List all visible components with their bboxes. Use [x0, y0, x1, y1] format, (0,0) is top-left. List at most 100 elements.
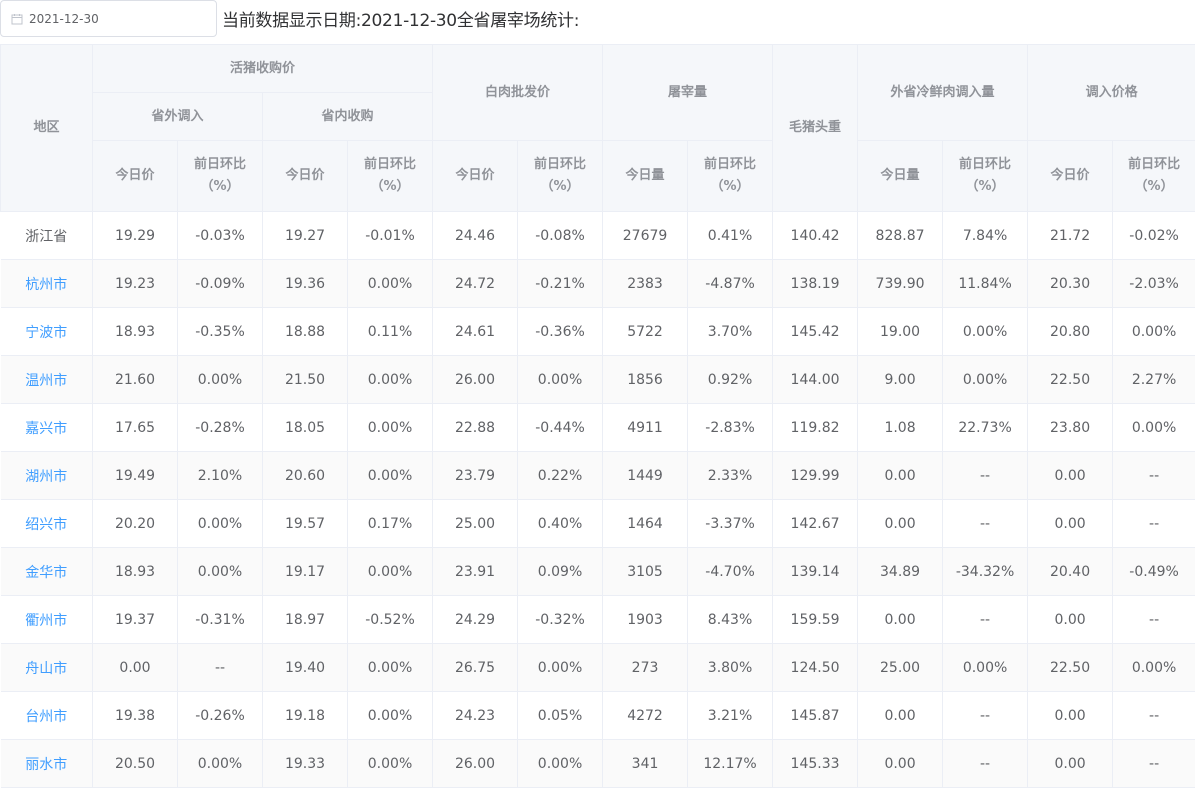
table-row: 金华市18.930.00%19.170.00%23.910.09%3105-4.… — [1, 548, 1195, 596]
table-cell: -0.31% — [178, 596, 263, 644]
table-cell: 0.00% — [348, 740, 433, 788]
header-today-volume: 今日量 — [858, 141, 943, 212]
table-cell: 19.00 — [858, 308, 943, 356]
region-link[interactable]: 温州市 — [25, 373, 67, 389]
table-cell: 0.00% — [943, 356, 1028, 404]
table-cell: 27679 — [603, 212, 688, 260]
table-cell: 1903 — [603, 596, 688, 644]
header-inflow-price: 调入价格 — [1028, 45, 1195, 141]
toolbar: 2021-12-30 当前数据显示日期:2021-12-30全省屠宰场统计: — [0, 0, 1195, 44]
table-cell: 18.88 — [263, 308, 348, 356]
table-cell: 19.33 — [263, 740, 348, 788]
table-cell: 0.00 — [858, 596, 943, 644]
table-cell: 23.79 — [433, 452, 518, 500]
table-cell: 22.88 — [433, 404, 518, 452]
date-value: 2021-12-30 — [29, 12, 99, 26]
table-row: 杭州市19.23-0.09%19.360.00%24.72-0.21%2383-… — [1, 260, 1195, 308]
table-cell: 0.00% — [178, 356, 263, 404]
region-link[interactable]: 宁波市 — [25, 325, 67, 341]
table-cell: 7.84% — [943, 212, 1028, 260]
table-cell: 0.00% — [348, 548, 433, 596]
table-cell: -4.87% — [688, 260, 773, 308]
table-cell: 19.29 — [93, 212, 178, 260]
header-prev-day-ratio: 前日环比（%） — [518, 141, 603, 212]
table-cell: 0.00% — [178, 548, 263, 596]
table-cell: -0.35% — [178, 308, 263, 356]
table-cell: 19.57 — [263, 500, 348, 548]
region-link[interactable]: 台州市 — [25, 709, 67, 725]
table-cell: -34.32% — [943, 548, 1028, 596]
table-cell: 0.00% — [943, 308, 1028, 356]
table-cell: -- — [943, 452, 1028, 500]
region-link[interactable]: 湖州市 — [25, 469, 67, 485]
region-cell: 舟山市 — [1, 644, 93, 692]
table-cell: -- — [1113, 692, 1195, 740]
region-label: 浙江省 — [25, 229, 67, 245]
table-cell: 19.40 — [263, 644, 348, 692]
table-cell: 19.18 — [263, 692, 348, 740]
table-cell: 2.27% — [1113, 356, 1195, 404]
table-cell: 144.00 — [773, 356, 858, 404]
table-cell: -0.08% — [518, 212, 603, 260]
table-cell: 3.21% — [688, 692, 773, 740]
table-cell: 1449 — [603, 452, 688, 500]
table-cell: -- — [943, 692, 1028, 740]
table-cell: 124.50 — [773, 644, 858, 692]
table-cell: 0.00% — [178, 740, 263, 788]
table-cell: 145.42 — [773, 308, 858, 356]
table-cell: 25.00 — [858, 644, 943, 692]
table-cell: 0.41% — [688, 212, 773, 260]
table-cell: 138.19 — [773, 260, 858, 308]
table-cell: 21.60 — [93, 356, 178, 404]
table-cell: -0.28% — [178, 404, 263, 452]
region-cell: 金华市 — [1, 548, 93, 596]
table-cell: 0.00% — [518, 356, 603, 404]
table-cell: 19.23 — [93, 260, 178, 308]
slaughter-stats-table: 地区 活猪收购价 白肉批发价 屠宰量 毛猪头重 外省冷鲜肉调入量 调入价格 省外… — [0, 44, 1195, 788]
table-cell: -0.44% — [518, 404, 603, 452]
table-cell: 18.97 — [263, 596, 348, 644]
table-cell: 8.43% — [688, 596, 773, 644]
table-cell: 18.93 — [93, 548, 178, 596]
table-cell: 0.00 — [858, 692, 943, 740]
table-cell: 0.00 — [93, 644, 178, 692]
table-cell: -- — [943, 596, 1028, 644]
table-cell: 26.75 — [433, 644, 518, 692]
header-chilled-meat-inflow: 外省冷鲜肉调入量 — [858, 45, 1028, 141]
table-cell: 0.17% — [348, 500, 433, 548]
calendar-icon — [11, 13, 23, 25]
table-cell: 0.00% — [348, 452, 433, 500]
table-cell: -2.03% — [1113, 260, 1195, 308]
table-cell: 0.40% — [518, 500, 603, 548]
region-link[interactable]: 丽水市 — [25, 757, 67, 773]
header-live-pig-price: 活猪收购价 — [93, 45, 433, 93]
table-cell: -- — [1113, 452, 1195, 500]
header-today-volume: 今日量 — [603, 141, 688, 212]
table-cell: 0.00% — [348, 404, 433, 452]
region-link[interactable]: 舟山市 — [25, 661, 67, 677]
summary-title: 当前数据显示日期:2021-12-30全省屠宰场统计: — [222, 6, 579, 31]
table-cell: -- — [943, 500, 1028, 548]
date-picker[interactable]: 2021-12-30 — [0, 0, 217, 37]
table-cell: 23.91 — [433, 548, 518, 596]
region-link[interactable]: 绍兴市 — [25, 517, 67, 533]
table-cell: 19.17 — [263, 548, 348, 596]
table-cell: -0.26% — [178, 692, 263, 740]
table-cell: 34.89 — [858, 548, 943, 596]
region-link[interactable]: 金华市 — [25, 565, 67, 581]
region-link[interactable]: 衢州市 — [25, 613, 67, 629]
table-cell: -- — [1113, 740, 1195, 788]
table-cell: 0.00 — [858, 452, 943, 500]
table-cell: -0.02% — [1113, 212, 1195, 260]
table-cell: 0.00 — [1028, 740, 1113, 788]
region-link[interactable]: 嘉兴市 — [25, 421, 67, 437]
table-cell: 341 — [603, 740, 688, 788]
region-link[interactable]: 杭州市 — [25, 277, 67, 293]
table-cell: 142.67 — [773, 500, 858, 548]
table-cell: 0.05% — [518, 692, 603, 740]
table-cell: 273 — [603, 644, 688, 692]
table-cell: 19.49 — [93, 452, 178, 500]
table-cell: 24.72 — [433, 260, 518, 308]
table-cell: 21.72 — [1028, 212, 1113, 260]
table-cell: -0.01% — [348, 212, 433, 260]
